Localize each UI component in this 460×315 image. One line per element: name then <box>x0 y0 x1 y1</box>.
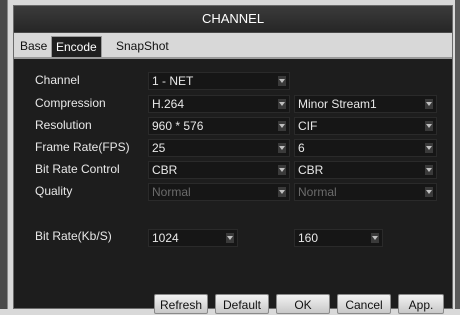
quality-select: Normal <box>148 183 290 201</box>
tab-base[interactable]: Base <box>16 36 51 56</box>
chevron-down-icon <box>371 233 379 243</box>
chevron-down-icon <box>278 165 286 175</box>
default-button[interactable]: Default <box>215 294 269 314</box>
tab-snapshot[interactable]: SnapShot <box>112 36 173 56</box>
bit-rate-label: Bit Rate(Kb/S) <box>35 229 112 243</box>
bit-rate-control-select[interactable]: CBR <box>148 161 290 179</box>
chevron-down-icon <box>425 187 433 197</box>
sub-quality-select: Normal <box>294 183 437 201</box>
tab-bar: Base Encode SnapShot <box>14 33 452 59</box>
sub-quality-value: Normal <box>298 185 337 199</box>
apply-button[interactable]: App. <box>398 294 444 314</box>
channel-dialog: CHANNEL Base Encode SnapShot Channel Com… <box>13 5 453 314</box>
chevron-down-icon <box>425 165 433 175</box>
sub-bit-rate-value: 160 <box>298 231 319 245</box>
resolution-label: Resolution <box>35 118 92 132</box>
resolution-select[interactable]: 960 * 576 <box>148 117 290 135</box>
quality-value: Normal <box>152 185 191 199</box>
compression-label: Compression <box>35 96 106 110</box>
stream-value: Minor Stream1 <box>298 97 377 111</box>
ok-button[interactable]: OK <box>276 294 330 314</box>
tab-encode[interactable]: Encode <box>51 36 102 57</box>
quality-label: Quality <box>35 184 73 198</box>
refresh-button[interactable]: Refresh <box>154 294 208 314</box>
background-window-edge-right <box>455 0 460 309</box>
bit-rate-control-label: Bit Rate Control <box>35 162 120 176</box>
channel-label: Channel <box>35 73 80 87</box>
frame-rate-label: Frame Rate(FPS) <box>35 140 130 154</box>
sub-resolution-value: CIF <box>298 119 318 133</box>
dialog-title: CHANNEL <box>14 6 452 33</box>
background-window-edge <box>0 0 8 309</box>
chevron-down-icon <box>278 121 286 131</box>
chevron-down-icon <box>425 121 433 131</box>
chevron-down-icon <box>278 143 286 153</box>
sub-frame-rate-value: 6 <box>298 141 305 155</box>
bit-rate-control-value: CBR <box>152 163 178 177</box>
sub-bit-rate-control-value: CBR <box>298 163 324 177</box>
chevron-down-icon <box>278 99 286 109</box>
sub-bit-rate-select[interactable]: 160 <box>294 229 383 247</box>
stream-select[interactable]: Minor Stream1 <box>294 95 437 113</box>
sub-bit-rate-control-select[interactable]: CBR <box>294 161 437 179</box>
sub-resolution-select[interactable]: CIF <box>294 117 437 135</box>
chevron-down-icon <box>425 99 433 109</box>
sub-frame-rate-select[interactable]: 6 <box>294 139 437 157</box>
compression-value: H.264 <box>152 97 185 111</box>
channel-value: 1 - NET <box>152 74 194 88</box>
chevron-down-icon <box>425 143 433 153</box>
frame-rate-value: 25 <box>152 141 166 155</box>
bit-rate-value: 1024 <box>152 231 179 245</box>
bit-rate-select[interactable]: 1024 <box>148 229 238 247</box>
compression-select[interactable]: H.264 <box>148 95 290 113</box>
chevron-down-icon <box>278 187 286 197</box>
frame-rate-select[interactable]: 25 <box>148 139 290 157</box>
chevron-down-icon <box>226 233 234 243</box>
resolution-value: 960 * 576 <box>152 119 204 133</box>
cancel-button[interactable]: Cancel <box>337 294 391 314</box>
chevron-down-icon <box>278 76 286 86</box>
channel-select[interactable]: 1 - NET <box>148 72 290 90</box>
